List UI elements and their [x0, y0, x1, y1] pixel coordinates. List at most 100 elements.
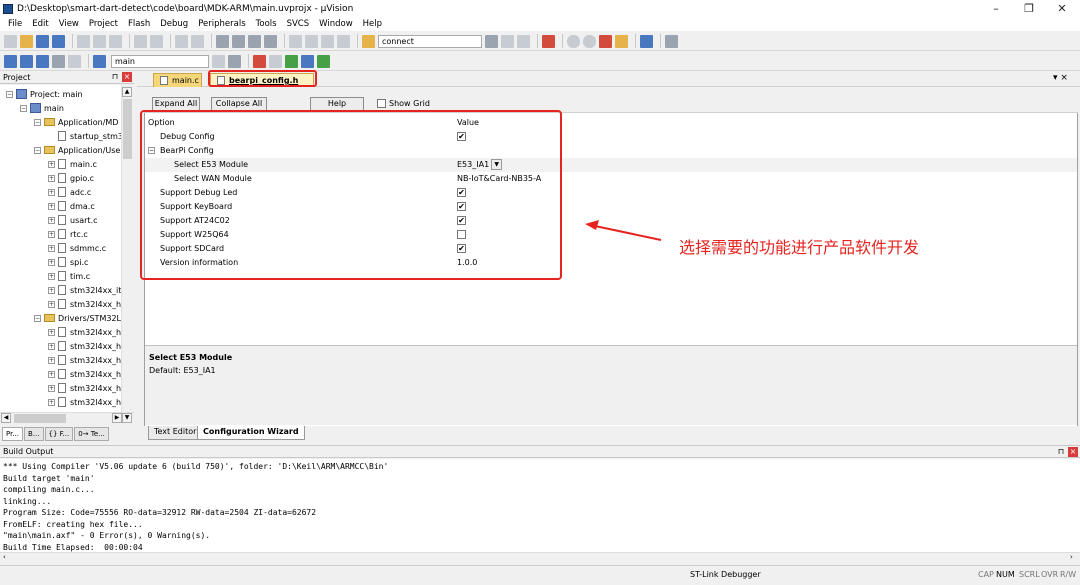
- project-root-item[interactable]: − Project: main: [6, 87, 83, 101]
- expand-icon[interactable]: +: [48, 202, 55, 210]
- menu-debug[interactable]: Debug: [155, 17, 193, 31]
- config-row[interactable]: Support KeyBoard ✔: [145, 200, 1077, 214]
- file-item[interactable]: + stm32l4xx_it: [48, 283, 121, 297]
- scroll-down-icon[interactable]: ▼: [122, 413, 132, 423]
- find-icon[interactable]: [501, 34, 514, 48]
- select-packs-icon[interactable]: [317, 54, 330, 68]
- collapse-all-button[interactable]: Collapse All: [211, 97, 267, 111]
- expand-icon[interactable]: +: [48, 258, 55, 266]
- minimize-button[interactable]: –: [978, 0, 1014, 17]
- configure-wrench-icon[interactable]: [665, 34, 678, 48]
- config-checkbox[interactable]: [457, 230, 466, 239]
- build-output-scrollbar[interactable]: ‹ ›: [0, 552, 1080, 563]
- config-checkbox[interactable]: ✔: [457, 216, 466, 225]
- collapse-icon[interactable]: −: [148, 147, 155, 154]
- comment-icon[interactable]: [321, 34, 334, 48]
- config-checkbox[interactable]: ✔: [457, 244, 466, 253]
- trace-icon[interactable]: [615, 34, 628, 48]
- disable-breakpoint-icon[interactable]: [583, 34, 596, 48]
- expand-icon[interactable]: +: [48, 244, 55, 252]
- config-row[interactable]: Debug Config ✔: [145, 130, 1077, 144]
- prev-bookmark-icon[interactable]: [232, 34, 245, 48]
- save-icon[interactable]: [36, 34, 49, 48]
- find-in-files-icon[interactable]: [362, 34, 375, 48]
- config-row[interactable]: Support Debug Led ✔: [145, 186, 1077, 200]
- translate-icon[interactable]: [4, 54, 17, 68]
- expand-icon[interactable]: +: [48, 230, 55, 238]
- file-item[interactable]: + adc.c: [48, 185, 91, 199]
- menu-view[interactable]: View: [54, 17, 84, 31]
- file-item[interactable]: + usart.c: [48, 213, 98, 227]
- file-item[interactable]: + sdmmc.c: [48, 241, 106, 255]
- run-time-env-icon[interactable]: [301, 54, 314, 68]
- file-item[interactable]: + stm32l4xx_h: [48, 367, 121, 381]
- next-bookmark-icon[interactable]: [248, 34, 261, 48]
- file-item[interactable]: + spi.c: [48, 255, 88, 269]
- tab-functions[interactable]: {} F...: [44, 426, 74, 441]
- combo-dropdown-icon[interactable]: [485, 34, 498, 48]
- project-vertical-scrollbar[interactable]: ▲: [121, 85, 133, 412]
- restore-button[interactable]: ❐: [1011, 0, 1047, 17]
- expand-icon[interactable]: +: [48, 398, 55, 406]
- tab-main-c[interactable]: main.c: [153, 73, 202, 87]
- copy-icon[interactable]: [93, 34, 106, 48]
- expand-icon[interactable]: +: [48, 216, 55, 224]
- expand-icon[interactable]: +: [48, 370, 55, 378]
- stop-build-icon[interactable]: [68, 54, 81, 68]
- file-item[interactable]: + stm32l4xx_h: [48, 325, 121, 339]
- batch-build-icon[interactable]: [52, 54, 65, 68]
- menu-edit[interactable]: Edit: [27, 17, 53, 31]
- scroll-thumb[interactable]: [14, 414, 66, 423]
- help-button[interactable]: Help: [310, 97, 364, 111]
- clear-bookmarks-icon[interactable]: [264, 34, 277, 48]
- project-horizontal-scrollbar[interactable]: ◀ ▶ ▼: [0, 412, 134, 424]
- scroll-left-icon[interactable]: ◀: [1, 413, 11, 423]
- expand-icon[interactable]: +: [48, 286, 55, 294]
- close-window-button[interactable]: ✕: [1044, 0, 1080, 17]
- expand-icon[interactable]: +: [48, 160, 55, 168]
- options-wand-icon[interactable]: [228, 54, 241, 68]
- target-select[interactable]: main: [111, 54, 209, 68]
- window-layout-icon[interactable]: [640, 34, 653, 48]
- config-checkbox[interactable]: ✔: [457, 202, 466, 211]
- menu-svcs[interactable]: SVCS: [282, 17, 315, 31]
- rebuild-icon[interactable]: [36, 54, 49, 68]
- menu-project[interactable]: Project: [84, 17, 123, 31]
- pack-installer-icon[interactable]: [285, 54, 298, 68]
- expand-icon[interactable]: +: [48, 300, 55, 308]
- menu-tools[interactable]: Tools: [251, 17, 282, 31]
- scroll-left-icon[interactable]: ‹: [3, 553, 6, 561]
- cut-icon[interactable]: [77, 34, 90, 48]
- kill-breakpoints-icon[interactable]: [599, 34, 612, 48]
- redo-icon[interactable]: [150, 34, 163, 48]
- breakpoint-icon[interactable]: [567, 34, 580, 48]
- file-item[interactable]: + stm32l4xx_h: [48, 297, 121, 311]
- config-row[interactable]: Version information 1.0.0: [145, 256, 1077, 270]
- file-item[interactable]: + main.c: [48, 157, 97, 171]
- group-item[interactable]: − Application/MD: [34, 115, 118, 129]
- scroll-right-icon[interactable]: ›: [1070, 553, 1073, 561]
- scroll-right-icon[interactable]: ▶: [112, 413, 122, 423]
- panel-close-icon[interactable]: ×: [122, 72, 132, 82]
- expand-icon[interactable]: +: [48, 272, 55, 280]
- menu-peripherals[interactable]: Peripherals: [193, 17, 250, 31]
- menu-window[interactable]: Window: [314, 17, 358, 31]
- panel-pin-icon[interactable]: ⊓: [1056, 447, 1066, 457]
- file-item[interactable]: + stm32l4xx_h: [48, 353, 121, 367]
- bookmark-icon[interactable]: [216, 34, 229, 48]
- group-item[interactable]: − Application/Use: [34, 143, 120, 157]
- download-icon[interactable]: [93, 54, 106, 68]
- config-checkbox[interactable]: ✔: [457, 188, 466, 197]
- nav-back-icon[interactable]: [175, 34, 188, 48]
- undo-icon[interactable]: [134, 34, 147, 48]
- file-item[interactable]: + rtc.c: [48, 227, 88, 241]
- file-item[interactable]: + dma.c: [48, 199, 95, 213]
- collapse-icon[interactable]: −: [20, 104, 27, 112]
- expand-icon[interactable]: +: [48, 356, 55, 364]
- file-item[interactable]: startup_stm3: [58, 129, 121, 143]
- collapse-icon[interactable]: −: [34, 146, 41, 154]
- expand-icon[interactable]: +: [48, 188, 55, 196]
- expand-icon[interactable]: +: [48, 328, 55, 336]
- config-row[interactable]: Select WAN Module NB-IoT&Card-NB35-A: [145, 172, 1077, 186]
- expand-icon[interactable]: +: [48, 342, 55, 350]
